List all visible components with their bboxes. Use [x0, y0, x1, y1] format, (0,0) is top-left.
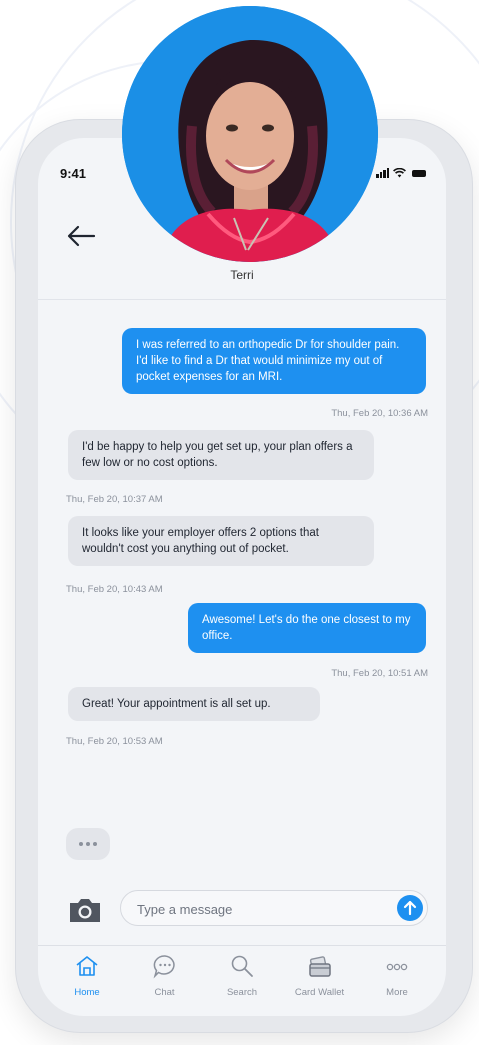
card-wallet-icon [308, 956, 331, 977]
message-bubble-outgoing: I was referred to an orthopedic Dr for s… [122, 328, 426, 394]
back-arrow-icon[interactable] [66, 224, 96, 248]
search-icon [231, 955, 253, 977]
battery-icon [412, 169, 426, 177]
nav-item-home[interactable]: Home [52, 953, 122, 1013]
message-text: It looks like your employer offers 2 opt… [82, 527, 319, 555]
message-text: I was referred to an orthopedic Dr for s… [136, 339, 400, 383]
arrow-up-icon [403, 900, 417, 916]
nav-item-card-wallet[interactable]: Card Wallet [285, 953, 355, 1013]
status-icons [376, 168, 426, 178]
message-bubble-incoming: It looks like your employer offers 2 opt… [68, 516, 374, 566]
signal-icon [376, 168, 389, 178]
message-timestamp: Thu, Feb 20, 10:37 AM [66, 494, 163, 505]
avatar [122, 6, 378, 262]
header-divider [38, 299, 446, 300]
nav-item-chat[interactable]: Chat [130, 953, 200, 1013]
nav-label: Card Wallet [294, 987, 345, 998]
avatar-portrait [122, 6, 378, 262]
message-bubble-incoming: I'd be happy to help you get set up, you… [68, 430, 374, 480]
nav-label: Search [226, 987, 258, 998]
camera-icon[interactable] [68, 896, 102, 924]
typing-dot [86, 842, 90, 846]
message-timestamp: Thu, Feb 20, 10:53 AM [66, 736, 163, 747]
typing-dot [79, 842, 83, 846]
message-text: I'd be happy to help you get set up, you… [82, 441, 353, 469]
message-bubble-outgoing: Awesome! Let's do the one closest to my … [188, 603, 426, 653]
chat-icon [153, 955, 175, 979]
phone-screen: 9:41 Terri I was referred to an orthoped… [38, 138, 446, 1016]
contact-name: Terri [230, 268, 254, 282]
bottom-nav: Home Chat Search Card Wallet More [38, 953, 446, 1013]
status-time: 9:41 [60, 166, 87, 181]
stage: 9:41 Terri I was referred to an orthoped… [0, 0, 479, 1045]
nav-label: Home [74, 987, 100, 998]
message-text: Awesome! Let's do the one closest to my … [202, 614, 411, 642]
nav-item-search[interactable]: Search [207, 953, 277, 1013]
message-text: Great! Your appointment is all set up. [82, 698, 271, 710]
nav-label: Chat [154, 987, 175, 998]
nav-divider [38, 945, 446, 946]
typing-indicator [66, 828, 110, 860]
message-input[interactable] [135, 891, 379, 927]
home-icon [76, 956, 98, 976]
message-timestamp: Thu, Feb 20, 10:43 AM [66, 584, 163, 595]
message-timestamp: Thu, Feb 20, 10:36 AM [331, 408, 428, 419]
typing-dot [93, 842, 97, 846]
wifi-icon [393, 168, 406, 178]
message-bubble-incoming: Great! Your appointment is all set up. [68, 687, 320, 721]
nav-item-more[interactable]: More [362, 953, 432, 1013]
send-button[interactable] [397, 895, 423, 921]
more-icon [386, 963, 408, 971]
message-timestamp: Thu, Feb 20, 10:51 AM [331, 668, 428, 679]
nav-label: More [386, 987, 408, 998]
message-composer [120, 890, 428, 927]
